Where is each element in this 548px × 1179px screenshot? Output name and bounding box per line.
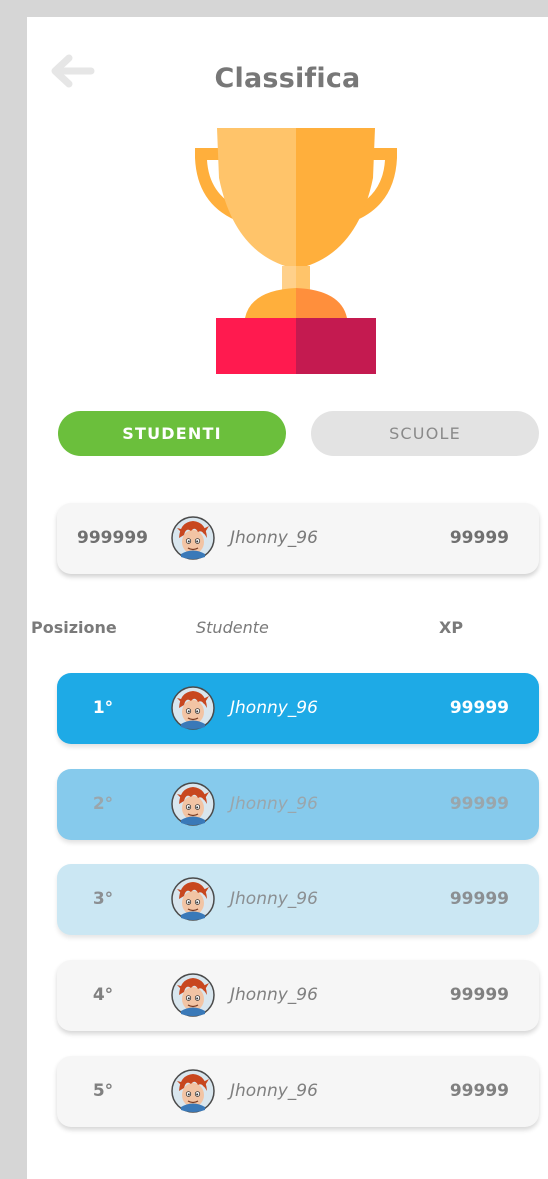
leaderboard-row[interactable]: 1° Jhonny_96 99999 <box>57 673 539 744</box>
column-header-student: Studente <box>196 618 269 637</box>
my-rank-xp: 99999 <box>449 528 509 548</box>
leaderboard-row[interactable]: 4° Jhonny_96 99999 <box>57 960 539 1031</box>
rank-position: 5° <box>92 1081 114 1101</box>
trophy-icon <box>195 128 397 374</box>
rank-position: 3° <box>92 889 114 909</box>
student-name: Jhonny_96 <box>230 889 318 909</box>
my-rank-name: Jhonny_96 <box>230 528 318 548</box>
tab-scuole[interactable]: SCUOLE <box>311 411 539 456</box>
avatar <box>171 686 215 730</box>
my-rank-row[interactable]: 999999 Jhonny_96 99999 <box>57 503 539 574</box>
student-xp: 99999 <box>449 698 509 718</box>
avatar <box>171 782 215 826</box>
avatar <box>171 516 215 560</box>
page-title: Classifica <box>214 63 361 94</box>
student-name: Jhonny_96 <box>230 698 318 718</box>
student-xp: 99999 <box>449 1081 509 1101</box>
leaderboard-row[interactable]: 2° Jhonny_96 99999 <box>57 769 539 840</box>
student-xp: 99999 <box>449 985 509 1005</box>
student-name: Jhonny_96 <box>230 1081 318 1101</box>
avatar <box>171 973 215 1017</box>
tab-studenti[interactable]: STUDENTI <box>58 411 286 456</box>
student-xp: 99999 <box>449 889 509 909</box>
leaderboard-row[interactable]: 5° Jhonny_96 99999 <box>57 1056 539 1127</box>
student-name: Jhonny_96 <box>230 794 318 814</box>
column-header-position: Posizione <box>31 618 117 637</box>
my-rank-position: 999999 <box>77 528 148 548</box>
column-header-xp: XP <box>439 618 464 637</box>
leaderboard-screen: Classifica STUDENTI SCUOLE 999999 Jhonny… <box>27 17 548 1179</box>
student-name: Jhonny_96 <box>230 985 318 1005</box>
avatar <box>171 1069 215 1113</box>
avatar <box>171 877 215 921</box>
rank-position: 2° <box>92 794 114 814</box>
student-xp: 99999 <box>449 794 509 814</box>
rank-position: 1° <box>92 698 114 718</box>
leaderboard-row[interactable]: 3° Jhonny_96 99999 <box>57 864 539 935</box>
rank-position: 4° <box>92 985 114 1005</box>
